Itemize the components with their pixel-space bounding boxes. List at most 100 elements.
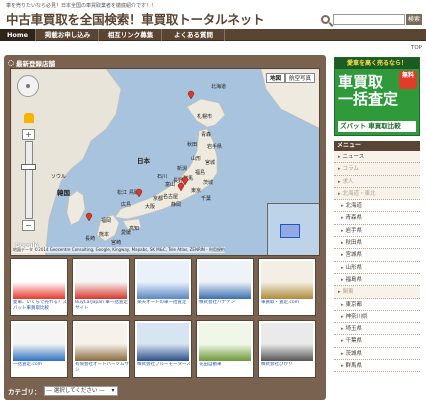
free-badge: 無料 — [399, 71, 417, 89]
arrow-right-icon: ▸ — [341, 338, 344, 345]
thumbnail-caption[interactable]: 一括査定.com — [13, 362, 67, 378]
menu-item[interactable]: ▸ 北海道 — [334, 200, 420, 213]
thumbnail-grid: 愛車、いくらで売れる？ズバット車買取比較 BuyCarJapan 車一括査定サイト… — [10, 258, 322, 382]
menu-item[interactable]: ▸ 群馬県 — [334, 360, 420, 373]
menu-item[interactable]: ▸ 宮城県 — [334, 249, 420, 262]
menu-item[interactable]: ▸ 岩手県 — [334, 224, 420, 238]
nav-apply[interactable]: 掲載お申し込み — [37, 29, 99, 41]
thumbnail-card[interactable]: 株式会社ハナテン — [196, 258, 254, 316]
nav-link-exchange[interactable]: 相互リンク募集 — [100, 29, 162, 41]
menu-item[interactable]: ▸ 求人 — [334, 175, 420, 188]
arrow-right-icon: ▸ — [341, 301, 344, 308]
map-type-satellite-button[interactable]: 航空写真 — [284, 73, 315, 83]
thumbnail-card[interactable]: 株式会社ブルーモータース — [134, 320, 192, 378]
thumbnail-card[interactable]: 一括査定.com — [10, 320, 68, 378]
map-marker-icon[interactable] — [181, 175, 189, 185]
map-label: 福岡 — [101, 218, 112, 224]
map-label: ソウル — [51, 174, 67, 180]
thumbnail-image[interactable] — [13, 261, 65, 299]
banner-title-line-1: 車買取 — [338, 73, 384, 91]
map-marker-icon[interactable] — [187, 89, 195, 99]
site-title[interactable]: 中古車買取を全国検索！車買取トータルネット — [6, 9, 265, 28]
map-pan-control[interactable] — [17, 75, 39, 97]
menu-item[interactable]: ▸ 関東 — [334, 286, 420, 299]
map-label: 秋田 — [187, 142, 198, 148]
thumbnail-image[interactable] — [261, 261, 313, 299]
thumbnail-card[interactable]: 花田自動車 — [196, 320, 254, 378]
thumbnail-image[interactable] — [75, 323, 127, 361]
thumbnail-caption[interactable]: 愛車、いくらで売れる？ズバット車買取比較 — [13, 300, 67, 316]
menu-item-label: 東京都 — [345, 301, 363, 308]
menu-item[interactable]: ▸ 秋田県 — [334, 237, 420, 250]
nav-bar: Home 掲載お申し込み 相互リンク募集 よくある質問 — [0, 29, 426, 41]
thumbnail-image[interactable] — [199, 323, 251, 361]
menu-item[interactable]: ▸ 東京都 — [334, 298, 420, 311]
map-label: 大阪 — [145, 204, 156, 210]
menu-item[interactable]: ▸ 山形県 — [334, 261, 420, 274]
thumbnail-card[interactable]: 車買取・査定.com — [258, 258, 316, 316]
thumbnail-card[interactable]: 愛車、いくらで売れる？ズバット車買取比較 — [10, 258, 68, 316]
menu-item[interactable]: ▸ ニュース — [334, 151, 420, 164]
thumbnail-caption[interactable]: 花田自動車 — [199, 362, 253, 378]
menu-item[interactable]: ▸ 神奈川県 — [334, 310, 420, 324]
thumbnail-caption[interactable]: 車買取・査定.com — [261, 300, 315, 316]
appraisal-banner[interactable]: 愛車を高く売るなら！ 車買取 一括査定 無料 ズバット 車買取比較 — [334, 57, 420, 136]
thumbnail-card[interactable]: BuyCarJapan 車一括査定サイト — [72, 258, 130, 316]
menu-item[interactable]: ▸ 福島県 — [334, 273, 420, 287]
street-view-icon[interactable] — [24, 113, 34, 123]
zoom-slider[interactable] — [25, 141, 33, 219]
map-copyright: 地図データ ©2014 Geocentre Consulting, Google… — [13, 247, 225, 253]
zoom-out-button[interactable]: − — [22, 220, 35, 231]
thumbnail-image[interactable] — [75, 261, 127, 299]
menu-item[interactable]: ▸ 青森県 — [334, 212, 420, 225]
arrow-right-icon: ▸ — [341, 252, 344, 259]
thumbnail-image[interactable] — [261, 323, 313, 361]
search-icon — [321, 15, 330, 24]
menu-item-label: 青森県 — [345, 215, 363, 222]
zoom-in-button[interactable]: + — [22, 129, 35, 140]
map-overview[interactable] — [267, 203, 319, 255]
thumbnail-image[interactable] — [137, 323, 189, 361]
map-marker-icon[interactable] — [85, 211, 93, 221]
thumbnail-image[interactable] — [199, 261, 251, 299]
arrow-right-icon: ▸ — [341, 326, 344, 333]
thumbnail-card[interactable]: 株式会社ひかり — [258, 320, 316, 378]
thumbnail-caption[interactable]: 株式会社ブルーモータース — [137, 362, 191, 378]
map-label: 宮城 — [205, 160, 216, 166]
menu-item[interactable]: ▸ コラム — [334, 163, 420, 176]
thumbnail-caption[interactable]: 株式会社ひかり — [261, 362, 315, 378]
nav-faq[interactable]: よくある質問 — [163, 29, 225, 41]
search-area: 検索 — [321, 14, 422, 25]
map-label: 愛媛 — [121, 230, 132, 236]
thumbnail-caption[interactable]: 株式会社ハナテン — [199, 300, 253, 316]
menu-item[interactable]: ▸ 千葉県 — [334, 335, 420, 348]
thumbnail-image[interactable] — [137, 261, 189, 299]
menu-item[interactable]: ▸ 茨城県 — [334, 347, 420, 361]
map-label: 新潟 — [177, 166, 188, 172]
thumbnail-card[interactable]: 楽天オートの車一括査定 — [134, 258, 192, 316]
map-type-map-button[interactable]: 地図 — [265, 73, 285, 83]
menu-item[interactable]: ▸ 埼玉県 — [334, 323, 420, 336]
category-select[interactable]: — 選択してください — — [43, 386, 118, 396]
menu-item-label: 秋田県 — [345, 240, 363, 247]
menu-item-label: 茨城県 — [345, 350, 363, 357]
map-marker-icon[interactable] — [135, 187, 143, 197]
thumbnail-card[interactable]: 有限会社オートパーツムサシ — [72, 320, 130, 378]
thumbnail-image[interactable] — [13, 323, 65, 361]
nav-home[interactable]: Home — [0, 29, 36, 41]
overview-viewport[interactable] — [280, 224, 300, 238]
thumbnail-caption[interactable]: 楽天オートの車一括査定 — [137, 300, 191, 316]
zoom-slider-thumb[interactable] — [21, 164, 36, 170]
thumbnail-caption[interactable]: 有限会社オートパーツムサシ — [75, 362, 129, 378]
map-label: 北海道 — [211, 84, 227, 90]
map-label: 京都 — [153, 196, 164, 202]
search-input[interactable] — [333, 14, 405, 25]
search-button[interactable]: 検索 — [406, 14, 422, 25]
map-label: 石川 — [157, 174, 168, 180]
top-link[interactable]: TOP — [411, 45, 422, 51]
thumbnail-caption[interactable]: BuyCarJapan 車一括査定サイト — [75, 300, 129, 316]
menu-item-label: 宮城県 — [345, 252, 363, 259]
arrow-right-icon: ▸ — [341, 215, 344, 222]
map[interactable]: + − 地図 航空写真 北海道 札幌市 日本 青森 岩手県 秋田 山形 宮城 福… — [10, 68, 320, 256]
menu-item[interactable]: ▸ 北海道・東北 — [334, 187, 420, 201]
